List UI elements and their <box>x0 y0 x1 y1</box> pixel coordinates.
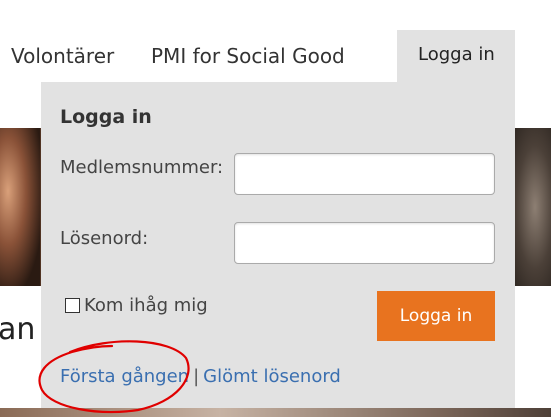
nav-item-pmi-social-good[interactable]: PMI for Social Good <box>151 44 345 68</box>
nav-item-volontarer[interactable]: Volontärer <box>11 44 114 68</box>
first-time-link[interactable]: Första gången <box>60 366 189 387</box>
hero-image-left-detail <box>0 128 40 286</box>
password-input[interactable] <box>234 222 495 264</box>
member-number-label: Medlemsnummer: <box>60 157 224 178</box>
remember-me[interactable]: Kom ihåg mig <box>65 295 208 316</box>
partial-heading: an <box>0 312 36 347</box>
remember-me-checkbox[interactable] <box>65 298 80 313</box>
login-links: Första gången | Glömt lösenord <box>60 366 341 387</box>
hero-image-right-detail <box>511 128 551 286</box>
link-separator: | <box>193 366 200 387</box>
forgot-password-link[interactable]: Glömt lösenord <box>203 366 341 387</box>
bottom-image-strip <box>0 408 551 417</box>
login-panel-title: Logga in <box>60 106 152 128</box>
login-tab[interactable]: Logga in <box>397 30 515 82</box>
login-button[interactable]: Logga in <box>377 291 495 341</box>
member-number-input[interactable] <box>234 153 495 195</box>
login-dropdown-panel: Logga in Medlemsnummer: Lösenord: Kom ih… <box>41 82 515 408</box>
password-label: Lösenord: <box>60 228 149 249</box>
remember-me-label: Kom ihåg mig <box>84 295 208 316</box>
